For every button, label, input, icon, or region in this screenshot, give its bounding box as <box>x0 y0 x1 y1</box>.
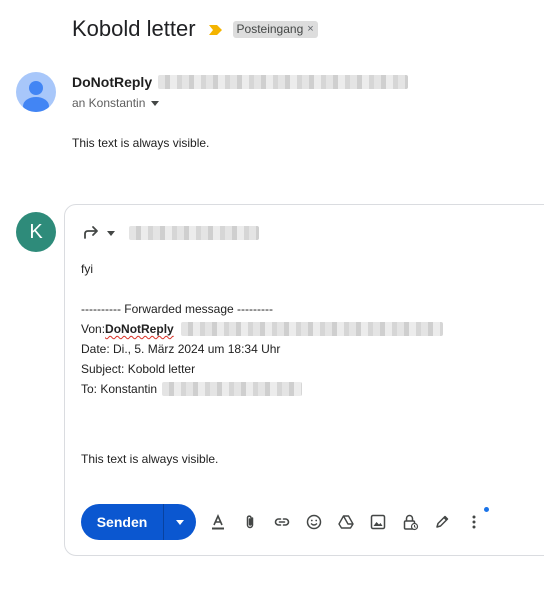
remove-label-icon[interactable]: × <box>307 23 313 35</box>
label-chip-inbox: Posteingang × <box>232 20 318 38</box>
reply-compose-box: fyi ---------- Forwarded message -------… <box>64 204 544 556</box>
text-format-icon[interactable] <box>208 512 228 532</box>
forward-from-line: Von: DoNotReply <box>81 319 443 339</box>
to-label: To: Konstantin <box>81 382 158 396</box>
emoji-icon[interactable] <box>304 512 324 532</box>
recipient-text: an Konstantin <box>72 96 146 110</box>
from-address-redacted <box>180 322 443 336</box>
sender-address-redacted <box>158 75 409 89</box>
subject-row: Kobold letter Posteingang × <box>72 16 318 42</box>
compose-header <box>81 223 259 243</box>
compose-toolbar: Senden <box>81 504 489 540</box>
insert-photo-icon[interactable] <box>368 512 388 532</box>
chevron-down-icon <box>151 100 160 106</box>
forward-icon[interactable] <box>81 223 101 243</box>
forward-subject-line: Subject: Kobold letter <box>81 362 196 376</box>
insert-link-icon[interactable] <box>272 512 292 532</box>
sender-name[interactable]: DoNotReply <box>72 74 152 90</box>
message-body: This text is always visible. <box>72 136 210 150</box>
forward-body-line: This text is always visible. <box>81 452 219 466</box>
chevron-down-icon <box>176 519 184 525</box>
user-avatar[interactable]: K <box>16 212 56 252</box>
forward-header-line: ---------- Forwarded message --------- <box>81 302 273 316</box>
to-address-redacted <box>162 382 303 396</box>
sender-row: DoNotReply <box>72 74 409 90</box>
from-name: DoNotReply <box>105 322 174 336</box>
from-label: Von: <box>81 322 106 336</box>
send-button[interactable]: Senden <box>81 504 163 540</box>
email-subject: Kobold letter <box>72 16 196 41</box>
compose-body[interactable]: fyi ---------- Forwarded message -------… <box>81 259 443 469</box>
recipient-details-toggle[interactable]: an Konstantin <box>72 96 160 110</box>
response-type-dropdown-icon[interactable] <box>107 230 115 236</box>
signature-pen-icon[interactable] <box>432 512 452 532</box>
more-options-icon[interactable] <box>464 507 489 532</box>
forward-to-line: To: Konstantin <box>81 379 443 399</box>
google-drive-icon[interactable] <box>336 512 356 532</box>
attach-file-icon[interactable] <box>240 512 260 532</box>
importance-marker-icon[interactable] <box>208 23 224 35</box>
send-button-group: Senden <box>81 504 196 540</box>
label-chip-text: Posteingang <box>236 21 304 36</box>
confidential-mode-icon[interactable] <box>400 512 420 532</box>
notification-dot <box>484 507 489 512</box>
sender-avatar[interactable] <box>16 72 56 112</box>
person-icon <box>23 81 49 112</box>
greeting-line: fyi <box>81 262 93 276</box>
forward-date-line: Date: Di., 5. März 2024 um 18:34 Uhr <box>81 342 281 356</box>
recipient-address-redacted[interactable] <box>129 226 259 240</box>
send-options-button[interactable] <box>164 504 196 540</box>
